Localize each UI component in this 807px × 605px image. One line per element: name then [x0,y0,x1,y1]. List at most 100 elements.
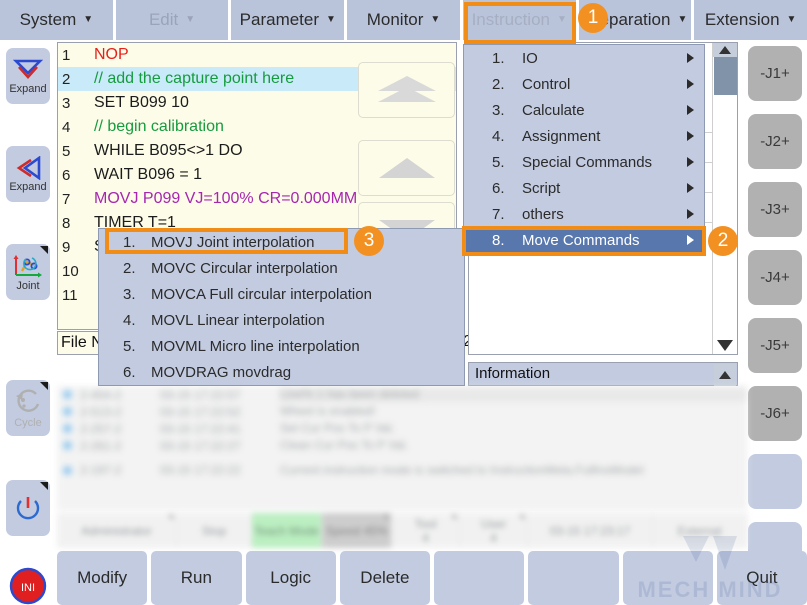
expand-down-button[interactable]: Expand [6,48,50,104]
submenu-item-movj[interactable]: 1. MOVJ Joint interpolation [99,229,464,255]
svg-text:INI: INI [21,582,35,594]
code-line[interactable]: 4 // begin calibration [58,115,456,139]
menu-item-special-commands[interactable]: 5. Special Commands [464,149,704,175]
menu-tab-system[interactable]: System ▼ [0,0,116,40]
point-table-scrollbar[interactable] [712,43,737,354]
scroll-page-up-button[interactable] [358,62,455,118]
jog-button-j2[interactable]: -J2+ [748,114,802,169]
left-sidebar: Expand Expand Joint Cycle INI [0,40,55,605]
line-text: SET B099 10 [94,94,189,111]
init-button[interactable]: INI [6,558,50,605]
menu-item-calculate[interactable]: 3. Calculate [464,97,704,123]
menu-item-script[interactable]: 6. Script [464,175,704,201]
status-user-coord[interactable]: User 4 [460,513,528,548]
modify-button[interactable]: Modify [57,551,148,605]
chevron-double-down-icon [13,59,43,79]
servo-power-button[interactable] [6,480,50,536]
status-user[interactable]: Administrator [57,513,177,548]
menu-item-label: Calculate [522,101,585,119]
menu-item-io[interactable]: 1. IO [464,45,704,71]
menu-item-label: IO [522,49,538,67]
scroll-up-arrow-icon[interactable] [713,43,737,57]
power-icon [16,497,40,520]
log-message: Wheel is enabled! [280,404,376,418]
menu-item-assignment[interactable]: 4. Assignment [464,123,704,149]
jog-label: -J5+ [760,337,790,354]
jog-label: -J6+ [760,405,790,422]
menu-tab-label: Instruction [471,10,550,29]
jog-button-j6[interactable]: -J6+ [748,386,802,441]
submenu-item-movca[interactable]: 3. MOVCA Full circular interpolation [99,281,464,307]
line-text: NOP [94,46,129,63]
expand-left-button[interactable]: Expand [6,146,50,202]
run-label: Run [180,568,212,587]
menu-item-control[interactable]: 2. Control [464,71,704,97]
menu-item-label: Control [522,75,571,93]
spare-button-3[interactable] [622,551,713,605]
menu-tab-edit[interactable]: Edit ▼ [115,0,232,40]
cycle-mode-button[interactable]: Cycle [6,380,50,436]
menu-item-others[interactable]: 7. others [464,201,704,227]
collapse-up-icon[interactable] [714,364,736,386]
log-message: Current instruction mode is switched to … [280,462,644,477]
menu-tab-monitor[interactable]: Monitor ▼ [347,0,463,40]
chevron-right-icon [687,183,694,193]
scrollbar-thumb[interactable] [714,57,737,95]
chevron-right-icon [687,53,694,63]
information-panel-header: Information [468,362,738,386]
line-text: // add the capture point here [94,70,295,87]
jog-button-j4[interactable]: -J4+ [748,250,802,305]
line-text: WAIT B096 = 1 [94,166,203,183]
jog-button-j1[interactable]: -J1+ [748,46,802,101]
quit-button[interactable]: Quit [716,551,807,605]
line-number: 2 [62,70,71,88]
menu-item-move-commands[interactable]: 8. Move Commands [464,227,704,253]
run-button[interactable]: Run [151,551,242,605]
information-title: Information [475,365,551,382]
expand-down-label: Expand [9,82,47,95]
status-external: External [653,513,747,548]
annotation-badge-2: 2 [708,226,738,256]
log-time: 03-15 17:22:41 [160,421,241,436]
submenu-item-movdrag[interactable]: 6. MOVDRAG movdrag [99,359,464,385]
status-bar: Administrator Stop Teach Mode Speed 45% … [57,513,747,548]
menu-tab-extension[interactable]: Extension ▼ [694,0,807,40]
status-tool[interactable]: Tool 4 [392,513,460,548]
scroll-down-arrow-icon[interactable] [713,334,737,354]
submenu-item-movml[interactable]: 5. MOVML Micro line interpolation [99,333,464,359]
log-row: 2-257-2 03-15 17:22:41 Set Cur Pos To P … [57,420,747,437]
menu-tab-label: Monitor [366,10,424,29]
coordinate-mode-button[interactable]: Joint [6,244,50,300]
menu-tab-parameter[interactable]: Parameter ▼ [231,0,348,40]
log-dot-icon [63,465,72,475]
jog-button-j3[interactable]: -J3+ [748,182,802,237]
log-dot-icon [63,390,72,399]
cycle-mode-label: Cycle [14,416,42,429]
delete-label: Delete [360,568,410,587]
delete-button[interactable]: Delete [339,551,430,605]
logic-button[interactable]: Logic [245,551,336,605]
instruction-dropdown-menu[interactable]: 1. IO 2. Control 3. Calculate 4. Assignm… [463,44,705,254]
status-run-state-label: Stop [201,523,227,538]
spare-button-2[interactable] [528,551,619,605]
log-id: 2-197-2 [80,463,122,477]
line-number: 8 [62,214,71,232]
menu-item-number: 2. [492,75,505,93]
log-list[interactable]: 2-454-2 03-15 17:22:57 Line% 1 has been … [57,386,747,511]
status-speed[interactable]: Speed 45% [322,513,392,548]
move-commands-submenu[interactable]: 1. MOVJ Joint interpolation 2. MOVC Circ… [98,228,465,386]
log-time: 03-15 17:22:27 [160,438,241,453]
menu-item-number: 7. [492,205,505,223]
spare-button-1[interactable] [434,551,525,605]
jog-button-j5[interactable]: -J5+ [748,318,802,373]
menu-item-label: Move Commands [522,231,640,249]
status-run-state: Stop [177,513,252,548]
menu-tab-instruction[interactable]: Instruction ▼ [462,0,579,40]
submenu-item-movl[interactable]: 4. MOVL Linear interpolation [99,307,464,333]
submenu-item-movc[interactable]: 2. MOVC Circular interpolation [99,255,464,281]
line-number: 1 [62,46,71,64]
scroll-up-button[interactable] [358,140,455,196]
line-number: 5 [62,142,71,160]
jog-button-spare-1[interactable] [748,454,802,509]
status-teach-mode[interactable]: Teach Mode [252,513,322,548]
